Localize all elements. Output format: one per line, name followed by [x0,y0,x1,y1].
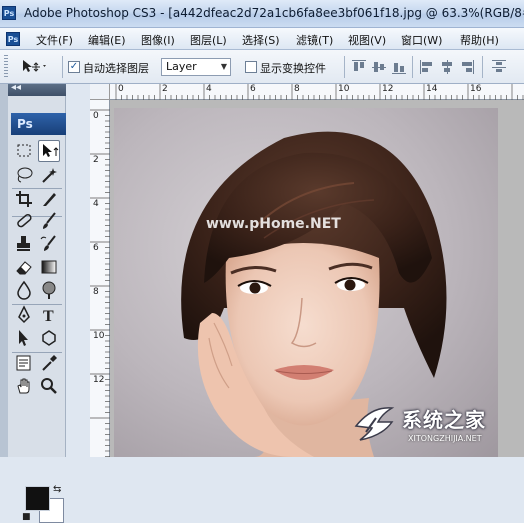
show-transform-label: 显示变换控件 [260,62,326,75]
swap-colors-icon[interactable]: ⇆ [53,484,61,495]
toolbox-ps-logo[interactable]: Ps [11,113,66,135]
align-vertical-center-icon[interactable] [372,60,386,74]
history-brush-icon[interactable] [38,233,60,255]
type-icon[interactable]: T [38,304,60,326]
menu-edit[interactable]: 编辑(E) [88,32,126,48]
site-logo-url: XITONGZHIJIA.NET [408,434,482,443]
magic-wand-icon[interactable] [38,164,60,186]
ruler-label: 12 [93,375,105,385]
ruler-label: 4 [206,84,212,94]
options-grip-handle[interactable] [4,55,8,79]
crop-icon[interactable] [13,188,35,210]
options-bar: ✓ 自动选择图层 Layer ▼ 显示变换控件 [0,50,524,84]
watermark-text: www.pHome.NET [206,216,341,232]
menu-select[interactable]: 选择(S) [242,32,280,48]
auto-select-target-value: Layer [166,60,197,73]
ruler-label: 0 [93,111,99,121]
ruler-label: 4 [93,199,99,209]
marquee-icon[interactable] [13,140,35,162]
pen-icon[interactable] [13,304,35,326]
show-transform-checkbox[interactable] [245,61,257,73]
move-icon[interactable] [38,140,60,162]
site-logo-name: 系统之家 [402,408,486,432]
healing-brush-icon[interactable] [13,210,35,232]
site-logo-mark-icon [354,407,395,441]
menu-help[interactable]: 帮助(H) [460,32,499,48]
auto-select-checkbox[interactable]: ✓ [68,61,80,73]
menu-filter[interactable]: 滤镜(T) [296,32,333,48]
align-bottom-icon[interactable] [392,60,406,74]
panel-dock-strip [0,84,8,457]
default-colors-icon[interactable]: ■ [22,512,31,522]
move-tool-preset-icon[interactable] [20,59,50,75]
options-separator [344,56,345,78]
zoom-icon[interactable] [38,375,60,397]
ruler-label: 8 [294,84,300,94]
auto-select-target-dropdown[interactable]: Layer ▼ [161,58,231,76]
ruler-label: 2 [93,155,99,165]
ruler-label: 14 [426,84,438,94]
ruler-label: 6 [93,243,99,253]
menu-file[interactable]: 文件(F) [36,32,73,48]
align-horizontal-center-icon[interactable] [440,60,454,74]
menu-layer[interactable]: 图层(L) [190,32,227,48]
ruler-label: 10 [93,331,105,341]
options-separator [412,56,413,78]
align-left-icon[interactable] [420,60,434,74]
menu-view[interactable]: 视图(V) [348,32,386,48]
svg-text:T: T [43,308,54,325]
align-right-icon[interactable] [460,60,474,74]
ruler-label: 16 [470,84,482,94]
menu-image[interactable]: 图像(I) [141,32,175,48]
distribute-top-icon[interactable] [492,60,506,74]
ruler-label: 0 [118,84,124,94]
gradient-icon[interactable] [38,256,60,278]
ruler-label: 6 [250,84,256,94]
title-bar: Ps Adobe Photoshop CS3 - [a442dfeac2d72a… [0,0,524,28]
photoshop-menu-icon[interactable]: Ps [6,32,20,46]
site-logo: 系统之家 XITONGZHIJIA.NET [352,400,522,454]
ruler-label: 10 [338,84,350,94]
ruler-origin[interactable] [90,84,110,100]
ruler-label: 8 [93,287,99,297]
menu-bar: Ps 文件(F) 编辑(E) 图像(I) 图层(L) 选择(S) 滤镜(T) 视… [0,28,524,50]
hand-icon[interactable] [13,375,35,397]
eraser-icon[interactable] [13,256,35,278]
ruler-label: 12 [382,84,394,94]
eyedropper-icon[interactable] [38,352,60,374]
path-selection-icon[interactable] [13,327,35,349]
align-top-icon[interactable] [352,60,366,74]
lasso-icon[interactable] [13,164,35,186]
vertical-ruler[interactable]: 0 2 4 6 8 10 12 [90,100,110,457]
toolbox-panel: ◂◂ Ps T ⇆ ■ [8,82,66,523]
options-separator [62,56,63,78]
collapse-icon[interactable]: ◂◂ [11,82,21,93]
clone-stamp-icon[interactable] [13,233,35,255]
foreground-color-swatch[interactable] [25,486,50,511]
shape-icon[interactable] [38,327,60,349]
horizontal-ruler[interactable]: 0 2 4 6 8 10 12 14 16 [110,84,524,100]
blur-icon[interactable] [13,279,35,301]
brush-icon[interactable] [38,210,60,232]
window-title: Adobe Photoshop CS3 - [a442dfeac2d72a1cb… [24,6,524,20]
slice-icon[interactable] [38,188,60,210]
options-separator [482,56,483,78]
chevron-down-icon: ▼ [220,62,227,71]
toolbox-header[interactable]: ◂◂ [8,82,66,96]
notes-icon[interactable] [13,352,35,374]
ruler-label: 2 [162,84,168,94]
dodge-icon[interactable] [38,279,60,301]
auto-select-label: 自动选择图层 [83,62,149,75]
photoshop-app-icon: Ps [2,6,16,20]
menu-window[interactable]: 窗口(W) [401,32,442,48]
